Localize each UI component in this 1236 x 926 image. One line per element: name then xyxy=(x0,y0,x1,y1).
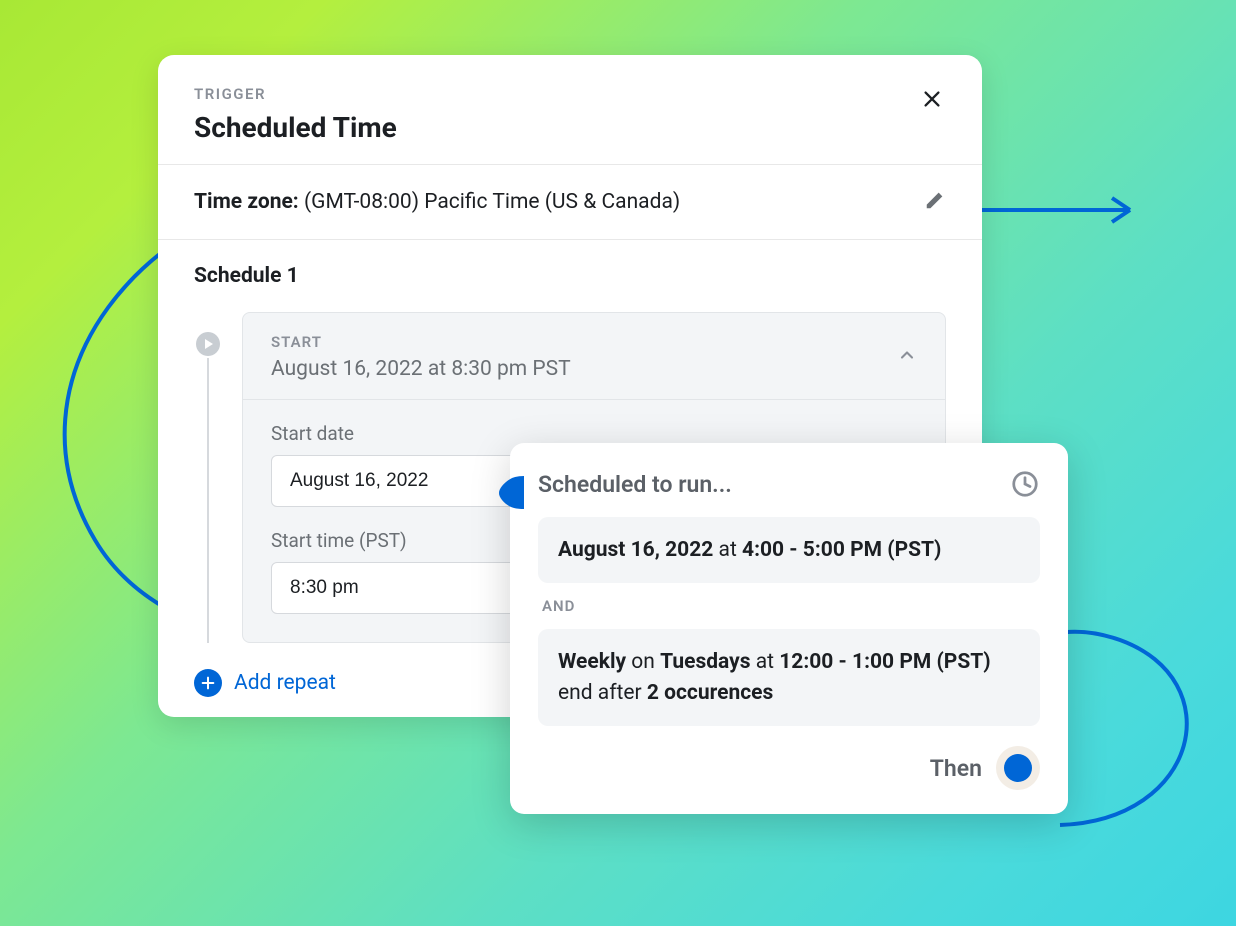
slot2-day: Tuesdays xyxy=(660,650,750,674)
add-repeat-label[interactable]: Add repeat xyxy=(234,671,336,695)
schedule-slot-1: August 16, 2022 at 4:00 - 5:00 PM (PST) xyxy=(538,517,1040,583)
and-separator: AND xyxy=(542,597,1036,615)
start-overline: START xyxy=(271,333,571,351)
slot2-on: on xyxy=(626,650,660,674)
start-date-label: Start date xyxy=(271,422,917,445)
then-label: Then xyxy=(930,755,982,782)
timezone-text: Time zone: (GMT-08:00) Pacific Time (US … xyxy=(194,190,680,214)
schedule-slot-2: Weekly on Tuesdays at 12:00 - 1:00 PM (P… xyxy=(538,629,1040,726)
timezone-value: (GMT-08:00) Pacific Time (US & Canada) xyxy=(304,190,680,214)
slot1-time: 4:00 - 5:00 PM (PST) xyxy=(742,538,941,562)
pencil-icon xyxy=(924,189,946,211)
clock-icon xyxy=(1010,469,1040,499)
popup-footer: Then xyxy=(538,746,1040,790)
popup-title: Scheduled to run... xyxy=(538,471,732,498)
timezone-row: Time zone: (GMT-08:00) Pacific Time (US … xyxy=(158,165,982,240)
edit-timezone-button[interactable] xyxy=(924,189,946,215)
slot1-date: August 16, 2022 xyxy=(558,538,713,562)
card-title: Scheduled Time xyxy=(194,111,918,144)
timeline-line xyxy=(207,358,209,643)
card-overline: TRIGGER xyxy=(194,85,918,103)
chevron-up-icon xyxy=(897,345,917,365)
plus-icon xyxy=(200,675,216,691)
start-datetime-summary: August 16, 2022 at 8:30 pm PST xyxy=(271,357,571,381)
close-icon xyxy=(921,88,943,110)
add-repeat-button[interactable] xyxy=(194,669,222,697)
slot2-freq: Weekly xyxy=(558,650,626,674)
schedule-title: Schedule 1 xyxy=(194,264,946,288)
card-header: TRIGGER Scheduled Time xyxy=(158,55,982,165)
play-circle-icon xyxy=(194,330,222,358)
then-connector[interactable] xyxy=(996,746,1040,790)
start-header[interactable]: START August 16, 2022 at 8:30 pm PST xyxy=(243,313,945,400)
slot2-time: 12:00 - 1:00 PM (PST) xyxy=(779,650,990,674)
slot2-end: end after xyxy=(558,681,647,705)
schedule-preview-popup: Scheduled to run... August 16, 2022 at 4… xyxy=(510,443,1068,814)
popup-pointer-icon xyxy=(494,471,524,511)
close-button[interactable] xyxy=(918,85,946,113)
collapse-toggle[interactable] xyxy=(897,345,917,369)
timeline-start-marker xyxy=(194,330,222,358)
slot1-at: at xyxy=(713,538,742,562)
then-dot-icon xyxy=(1004,754,1032,782)
slot2-at: at xyxy=(751,650,780,674)
timezone-label: Time zone: xyxy=(194,190,299,214)
slot2-occur: 2 occurences xyxy=(647,681,773,705)
